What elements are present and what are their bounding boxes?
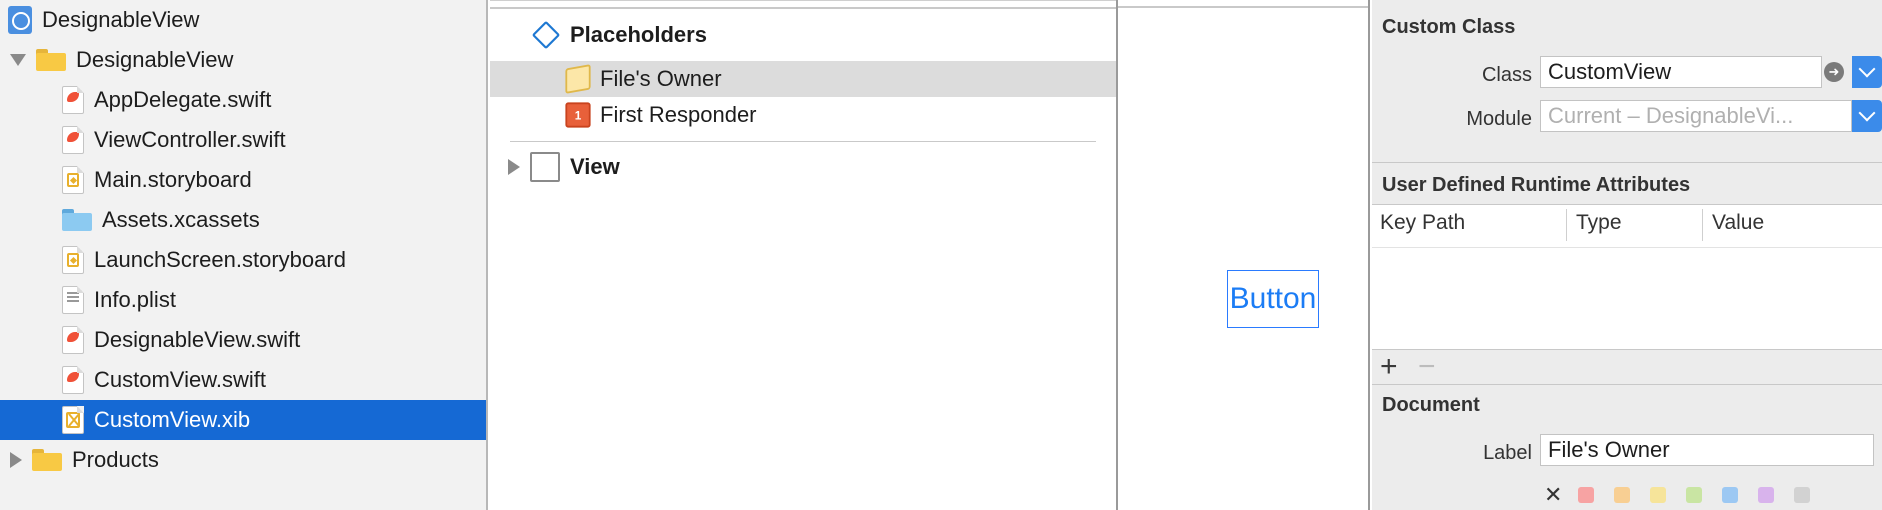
outline-top-divider	[490, 7, 1116, 9]
project-icon	[8, 6, 32, 34]
navigator-item[interactable]: CustomView.xib	[0, 400, 486, 440]
outline-separator	[510, 141, 1096, 142]
outline-placeholders-header[interactable]: Placeholders	[531, 17, 707, 53]
column-divider	[1702, 209, 1703, 241]
navigator-item-label: Main.storyboard	[94, 167, 252, 192]
navigator-item[interactable]: Products	[0, 440, 486, 480]
navigator-item-label: Info.plist	[94, 287, 176, 312]
swift-file-icon	[62, 326, 84, 354]
navigator-item[interactable]: Assets.xcassets	[0, 200, 486, 240]
navigator-item-label: DesignableView	[42, 7, 200, 32]
storyboard-icon	[62, 166, 84, 194]
add-attribute-button[interactable]: +	[1380, 352, 1398, 382]
module-dropdown-button[interactable]	[1852, 100, 1882, 132]
swift-file-icon	[62, 86, 84, 114]
color-swatch[interactable]	[1650, 487, 1666, 503]
navigator-item[interactable]: Main.storyboard	[0, 160, 486, 200]
go-to-class-arrow-icon[interactable]: ➜	[1824, 62, 1844, 82]
column-divider	[1566, 209, 1567, 241]
navigator-item[interactable]: DesignableView	[0, 40, 486, 80]
view-disclosure-triangle-icon[interactable]	[508, 159, 520, 175]
outline-first-responder[interactable]: 1 First Responder	[564, 97, 757, 133]
storyboard-icon	[62, 246, 84, 274]
disclosure-triangle-icon[interactable]	[10, 452, 22, 468]
color-swatch[interactable]	[1578, 487, 1594, 503]
navigator-item-label: DesignableView.swift	[94, 327, 301, 352]
navigator-item-label: Assets.xcassets	[102, 207, 260, 232]
class-dropdown-button[interactable]	[1852, 56, 1882, 88]
swift-file-icon	[62, 366, 84, 394]
folder-icon	[36, 49, 66, 71]
module-placeholder: Current – DesignableVi...	[1548, 103, 1794, 128]
view-square-icon	[530, 152, 560, 182]
xib-icon	[62, 406, 84, 434]
identity-inspector: Custom Class Class CustomView ➜ Module C…	[1372, 0, 1882, 510]
placeholders-label: Placeholders	[570, 22, 707, 47]
files-owner-label: File's Owner	[600, 66, 722, 91]
navigator-item[interactable]: DesignableView.swift	[0, 320, 486, 360]
clear-color-icon[interactable]: ✕	[1544, 482, 1562, 508]
navigator-item[interactable]: Info.plist	[0, 280, 486, 320]
outline-view[interactable]: View	[508, 149, 620, 185]
color-swatch[interactable]	[1614, 487, 1630, 503]
runtime-attributes-table[interactable]: Key Path Type Value	[1372, 204, 1882, 350]
navigator-item-label: CustomView.xib	[94, 407, 251, 432]
navigator-item-label: Products	[72, 447, 159, 472]
navigator-item[interactable]: LaunchScreen.storyboard	[0, 240, 486, 280]
view-label: View	[570, 154, 620, 179]
disclosure-triangle-icon[interactable]	[10, 54, 26, 66]
outline-files-owner[interactable]: File's Owner	[490, 61, 1116, 97]
section-divider	[1372, 162, 1882, 163]
navigator-item-label: DesignableView	[76, 47, 234, 72]
class-field[interactable]: CustomView	[1540, 56, 1822, 88]
table-header-divider	[1372, 247, 1882, 248]
canvas-button[interactable]: Button	[1227, 270, 1319, 328]
color-swatch[interactable]	[1794, 487, 1810, 503]
asset-catalog-icon	[62, 209, 92, 231]
class-value: CustomView	[1548, 59, 1672, 84]
navigator-item[interactable]: CustomView.swift	[0, 360, 486, 400]
navigator-item[interactable]: ViewController.swift	[0, 120, 486, 160]
folder-icon	[32, 449, 62, 471]
document-outline: Placeholders File's Owner 1 First Respon…	[490, 0, 1116, 510]
placeholders-cube-icon	[531, 20, 561, 50]
document-label-value: File's Owner	[1548, 437, 1670, 462]
runtime-attributes-title: User Defined Runtime Attributes	[1382, 174, 1691, 196]
section-divider	[1372, 384, 1882, 385]
document-label-field[interactable]: File's Owner	[1540, 434, 1874, 466]
canvas-top-divider	[1118, 6, 1368, 8]
document-title: Document	[1382, 394, 1480, 416]
first-responder-label: First Responder	[600, 102, 757, 127]
navigator-item-label: ViewController.swift	[94, 127, 286, 152]
remove-attribute-button[interactable]: −	[1418, 352, 1436, 382]
files-owner-cube-icon	[565, 64, 591, 94]
color-swatch[interactable]	[1758, 487, 1774, 503]
custom-class-title: Custom Class	[1382, 16, 1516, 38]
project-navigator: DesignableView DesignableView AppDelegate.…	[0, 0, 488, 510]
navigator-item[interactable]: DesignableView	[0, 0, 486, 40]
module-field[interactable]: Current – DesignableVi...	[1540, 100, 1852, 132]
color-swatch[interactable]	[1686, 487, 1702, 503]
class-label: Class	[1481, 64, 1532, 86]
navigator-item-label: AppDelegate.swift	[94, 87, 272, 112]
navigator-item-label: CustomView.swift	[94, 367, 266, 392]
swift-file-icon	[62, 126, 84, 154]
first-responder-cube-icon: 1	[565, 102, 591, 128]
document-label-label: Label	[1483, 442, 1532, 464]
navigator-item-label: LaunchScreen.storyboard	[94, 247, 346, 272]
plist-icon	[62, 286, 84, 314]
module-label: Module	[1466, 108, 1532, 130]
column-value[interactable]: Value	[1712, 211, 1764, 235]
column-key-path[interactable]: Key Path	[1380, 211, 1465, 235]
interface-canvas[interactable]: Button	[1116, 0, 1370, 510]
column-type[interactable]: Type	[1576, 211, 1622, 235]
navigator-item[interactable]: AppDelegate.swift	[0, 80, 486, 120]
color-swatch[interactable]	[1722, 487, 1738, 503]
